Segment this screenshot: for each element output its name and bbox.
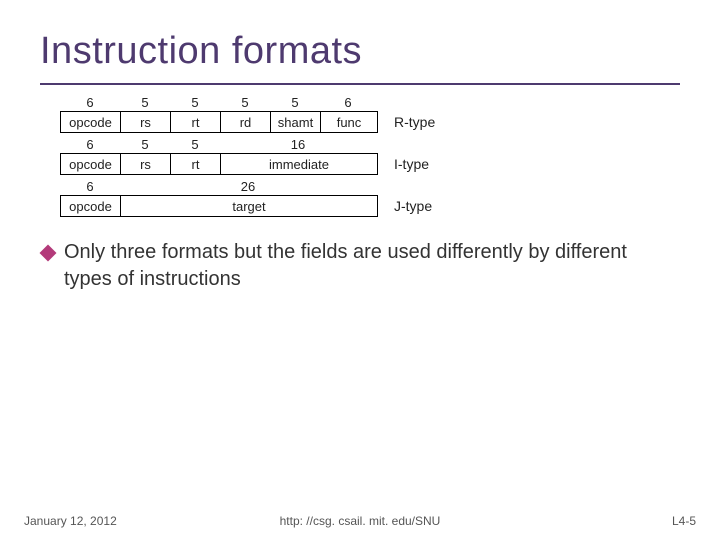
- bit-width: 6: [60, 135, 120, 153]
- bit-width: 6: [320, 93, 376, 111]
- bit-width: 5: [220, 93, 270, 111]
- bullet-text: Only three formats but the fields are us…: [64, 239, 680, 293]
- j-type-widths: 6 26: [60, 177, 680, 195]
- field-func: func: [321, 112, 377, 132]
- field-rd: rd: [221, 112, 271, 132]
- title-divider: [40, 83, 680, 85]
- r-type-label: R-type: [394, 114, 435, 130]
- i-type-row: opcode rs rt immediate I-type: [60, 153, 429, 175]
- field-opcode: opcode: [61, 154, 121, 174]
- footer-url: http: //csg. csail. mit. edu/SNU: [0, 514, 720, 528]
- field-rs: rs: [121, 154, 171, 174]
- r-type-group: 6 5 5 5 5 6 opcode rs rt rd shamt func R…: [60, 93, 680, 133]
- slide: Instruction formats 6 5 5 5 5 6 opcode r…: [0, 0, 720, 540]
- bit-width: 6: [60, 177, 120, 195]
- field-opcode: opcode: [61, 112, 121, 132]
- r-type-widths: 6 5 5 5 5 6: [60, 93, 680, 111]
- j-type-fields: opcode target: [60, 195, 378, 217]
- field-target: target: [121, 196, 377, 216]
- bit-width: 5: [120, 93, 170, 111]
- r-type-row: opcode rs rt rd shamt func R-type: [60, 111, 435, 133]
- field-shamt: shamt: [271, 112, 321, 132]
- field-immediate: immediate: [221, 154, 377, 174]
- field-rt: rt: [171, 154, 221, 174]
- bit-width: 5: [120, 135, 170, 153]
- page-title: Instruction formats: [40, 30, 680, 73]
- bit-width: 16: [220, 135, 376, 153]
- bit-width: 5: [270, 93, 320, 111]
- i-type-fields: opcode rs rt immediate: [60, 153, 378, 175]
- field-rt: rt: [171, 112, 221, 132]
- i-type-label: I-type: [394, 156, 429, 172]
- i-type-widths: 6 5 5 16: [60, 135, 680, 153]
- j-type-group: 6 26 opcode target J-type: [60, 177, 680, 217]
- bullet-item: Only three formats but the fields are us…: [40, 239, 680, 293]
- r-type-fields: opcode rs rt rd shamt func: [60, 111, 378, 133]
- bit-width: 5: [170, 93, 220, 111]
- slide-footer: January 12, 2012 http: //csg. csail. mit…: [0, 514, 720, 528]
- field-opcode: opcode: [61, 196, 121, 216]
- i-type-group: 6 5 5 16 opcode rs rt immediate I-type: [60, 135, 680, 175]
- instruction-formats: 6 5 5 5 5 6 opcode rs rt rd shamt func R…: [60, 93, 680, 217]
- bit-width: 6: [60, 93, 120, 111]
- j-type-label: J-type: [394, 198, 432, 214]
- bit-width: 5: [170, 135, 220, 153]
- j-type-row: opcode target J-type: [60, 195, 432, 217]
- bit-width: 26: [120, 177, 376, 195]
- diamond-bullet-icon: [42, 247, 54, 259]
- field-rs: rs: [121, 112, 171, 132]
